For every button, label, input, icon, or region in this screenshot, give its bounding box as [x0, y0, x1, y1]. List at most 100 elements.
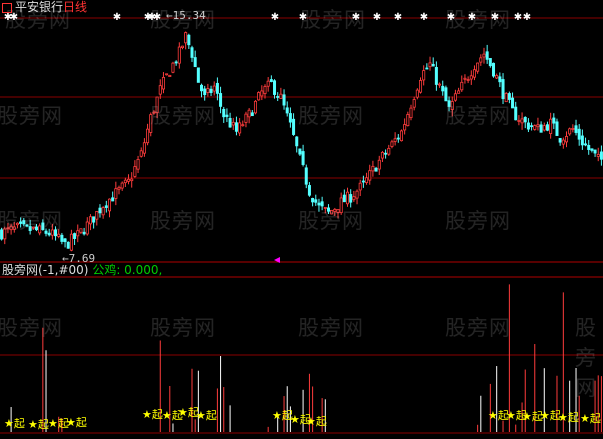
candle-body: [295, 136, 299, 147]
candle-body: [282, 94, 286, 106]
candle-body: [564, 136, 569, 143]
candle-body: [95, 210, 99, 220]
buy-signal-marker: ★起: [196, 409, 217, 422]
candle-body: [187, 34, 191, 46]
candle-body: [168, 74, 172, 77]
candle-body: [545, 124, 549, 131]
candle-body: [549, 118, 553, 135]
candle-body: [273, 80, 277, 95]
candle-body: [447, 100, 451, 107]
candle-body: [390, 141, 394, 147]
top-signal-marker: ✱: [113, 12, 121, 23]
candle-body: [599, 151, 603, 160]
candle-body: [22, 220, 26, 225]
top-signal-marker: ✱: [394, 12, 402, 23]
candle-body: [431, 63, 435, 67]
candle-body: [526, 122, 530, 130]
high-price-value: 15.34: [172, 9, 206, 22]
candle-body: [399, 130, 403, 142]
candle-body: [111, 197, 115, 202]
candle-body: [69, 233, 73, 251]
candle-body: [44, 230, 48, 234]
candle-body: [514, 106, 518, 121]
candle-body: [311, 198, 315, 203]
candle-body: [104, 205, 108, 208]
window-icon[interactable]: [2, 2, 12, 13]
candle-body: [120, 182, 124, 189]
candle-body: [222, 108, 226, 118]
candle-body: [596, 154, 600, 157]
candle-body: [269, 79, 273, 82]
candle-body: [590, 148, 594, 151]
buy-signal-marker: ★起: [142, 408, 163, 421]
candle-body: [438, 83, 442, 86]
candle-body: [301, 151, 305, 165]
candle-body: [292, 118, 296, 135]
candle-body: [215, 82, 219, 94]
candle-body: [314, 199, 318, 203]
buy-signal-marker: ★起: [580, 412, 601, 425]
candle-body: [41, 222, 45, 230]
candle-body: [304, 167, 308, 185]
candle-body: [441, 85, 445, 92]
candle-body: [212, 85, 216, 92]
candle-body: [57, 233, 61, 237]
candle-body: [234, 122, 238, 132]
candle-body: [307, 185, 311, 196]
candle-body: [476, 62, 480, 72]
chart-canvas: ✱✱ ✱ ✱✱✱ ✱ ✱ ✱ ✱ ✱ ✱ ✱ ✱ ✱ ✱ ✱: [0, 12, 603, 434]
candle-body: [479, 57, 483, 63]
candle-body: [444, 87, 448, 102]
candle-body: [161, 76, 165, 90]
candle-body: [174, 61, 178, 64]
candle-body: [247, 109, 251, 118]
candle-body: [117, 186, 121, 190]
candle-body: [333, 208, 337, 212]
candle-body: [457, 90, 461, 94]
candle-body: [133, 166, 137, 177]
candle-body: [593, 149, 597, 154]
candle-body: [330, 209, 334, 215]
candle-body: [250, 112, 254, 117]
candle-body: [76, 230, 80, 237]
candle-body: [533, 125, 537, 130]
candle-body: [460, 81, 464, 91]
candle-body: [504, 92, 508, 103]
candle-body: [19, 221, 23, 224]
period-label[interactable]: 日线: [63, 0, 87, 14]
candle-body: [288, 113, 292, 123]
candle-body: [6, 227, 10, 230]
candle-body: [523, 116, 527, 123]
candle-body: [180, 45, 184, 49]
top-signal-marker: ✱: [491, 12, 499, 23]
candle-body: [419, 80, 423, 93]
candle-body: [580, 135, 584, 146]
candle-body: [63, 238, 67, 243]
candle-body: [238, 122, 242, 134]
indicator-header: 股旁网(-1,#00) 公鸡: 0.000,: [2, 263, 162, 277]
candle-body: [584, 143, 588, 146]
top-signal-marker: ✱: [299, 12, 307, 23]
chart-window: ✱ ✱ ✱ ✱ ✱ ✱ ✱ ✱ ✱ ✱ ✱ ✱ ✱ ✱ ✱ ✱ ✱ 股旁网 股旁网 股旁网 股旁网 股旁网 股旁网 股旁网股…: [0, 0, 603, 439]
candle-body: [520, 118, 524, 124]
candle-body: [536, 124, 540, 128]
candle-body: [73, 233, 77, 239]
candle-body: [130, 178, 134, 182]
candle-body: [101, 207, 105, 216]
candle-body: [317, 202, 321, 206]
candle-body: [12, 226, 16, 230]
candle-body: [495, 75, 499, 79]
candle-body: [228, 117, 232, 128]
candle-body: [158, 85, 162, 95]
candle-body: [28, 226, 32, 231]
candle-body: [406, 114, 410, 127]
indicator-name[interactable]: 股旁网: [2, 263, 38, 277]
candle-body: [263, 86, 267, 94]
candle-body: [146, 128, 150, 144]
candle-body: [463, 77, 467, 80]
candle-body: [482, 53, 486, 58]
candle-body: [415, 89, 419, 98]
candle-body: [358, 182, 362, 191]
candle-body: [412, 99, 416, 108]
candle-body: [171, 62, 175, 73]
